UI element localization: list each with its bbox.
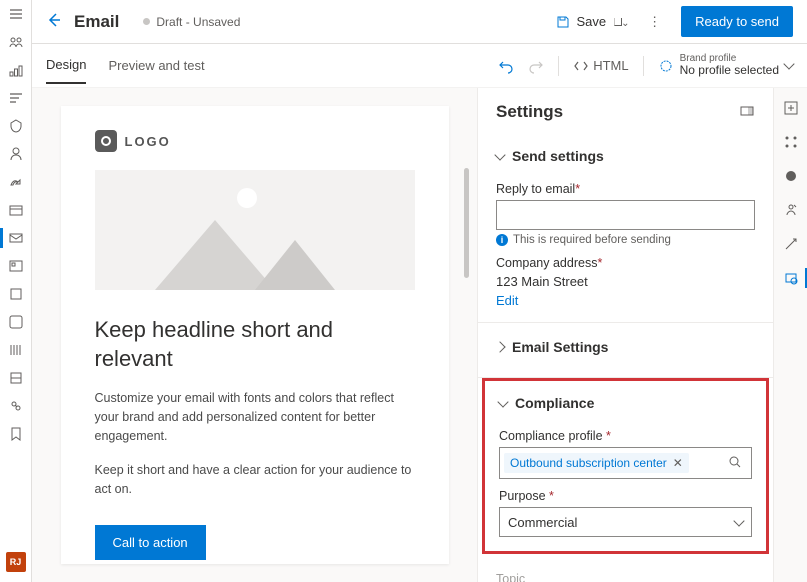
ready-to-send-button[interactable]: Ready to send: [681, 6, 793, 37]
nav-item-7[interactable]: [8, 202, 24, 218]
left-nav-rail: RJ: [0, 0, 32, 582]
nav-item-6[interactable]: [8, 174, 24, 190]
settings-title: Settings: [496, 102, 563, 122]
nav-item-3[interactable]: [8, 90, 24, 106]
chevron-down-icon: [497, 396, 508, 407]
add-element-icon[interactable]: [783, 100, 799, 116]
tab-preview[interactable]: Preview and test: [108, 58, 204, 83]
headline-text[interactable]: Keep headline short and relevant: [95, 316, 415, 373]
edit-address-link[interactable]: Edit: [496, 293, 518, 308]
remove-tag-icon[interactable]: ✕: [673, 456, 683, 470]
theme-icon[interactable]: [783, 168, 799, 184]
user-avatar[interactable]: RJ: [6, 552, 26, 572]
nav-item-4[interactable]: [8, 118, 24, 134]
nav-item-13[interactable]: [8, 370, 24, 386]
scrollbar[interactable]: [464, 168, 469, 278]
nav-item-5[interactable]: [8, 146, 24, 162]
reply-to-label: Reply to email*: [496, 182, 755, 196]
reply-to-hint: iThis is required before sending: [496, 234, 755, 246]
nav-item-10[interactable]: [8, 286, 24, 302]
nav-item-9[interactable]: [8, 258, 24, 274]
undo-button[interactable]: [498, 58, 514, 74]
compliance-header[interactable]: Compliance: [499, 387, 752, 419]
search-icon[interactable]: [727, 454, 747, 473]
compliance-profile-tag: Outbound subscription center ✕: [504, 453, 689, 473]
tab-design[interactable]: Design: [46, 57, 86, 84]
purpose-label: Purpose *: [499, 489, 752, 503]
compliance-profile-field[interactable]: Outbound subscription center ✕: [499, 447, 752, 479]
sub-bar: Design Preview and test HTML Brand profi…: [32, 44, 807, 88]
page-title: Email: [74, 12, 119, 32]
body-text-2[interactable]: Keep it short and have a clear action fo…: [95, 461, 415, 499]
save-split-chevron[interactable]: ⌄: [614, 18, 622, 26]
personalize-icon[interactable]: [783, 202, 799, 218]
send-settings-header[interactable]: Send settings: [496, 140, 755, 172]
brand-profile-selector[interactable]: Brand profile No profile selected: [658, 53, 793, 77]
reply-to-input[interactable]: [496, 200, 755, 230]
dock-panel-icon[interactable]: [739, 103, 755, 122]
chevron-right-icon: [494, 341, 505, 352]
sections-icon[interactable]: [783, 134, 799, 150]
journey-icon[interactable]: [783, 236, 799, 252]
email-canvas[interactable]: LOGO Keep headline short and relevant Cu…: [61, 106, 449, 564]
nav-item-email[interactable]: [8, 230, 24, 246]
chevron-down-icon: [783, 58, 794, 69]
purpose-select[interactable]: Commercial: [499, 507, 752, 537]
email-settings-header[interactable]: Email Settings: [496, 331, 755, 363]
draft-status: Draft - Unsaved: [143, 15, 240, 29]
html-toggle[interactable]: HTML: [573, 58, 628, 74]
right-tool-rail: [773, 88, 807, 582]
info-icon: i: [496, 234, 508, 246]
chevron-down-icon: [494, 149, 505, 160]
nav-item-12[interactable]: [8, 342, 24, 358]
nav-item-11[interactable]: [8, 314, 24, 330]
chevron-down-icon: [733, 515, 744, 526]
cta-button[interactable]: Call to action: [95, 525, 206, 560]
more-menu[interactable]: ⋮: [640, 10, 669, 34]
topic-label: Topic: [496, 572, 755, 582]
compliance-section-highlight: Compliance Compliance profile * Outbound…: [482, 378, 769, 554]
body-text-1[interactable]: Customize your email with fonts and colo…: [95, 389, 415, 445]
company-address-value: 123 Main Street: [496, 274, 755, 289]
email-canvas-area: LOGO Keep headline short and relevant Cu…: [32, 88, 477, 582]
nav-item-2[interactable]: [8, 62, 24, 78]
image-placeholder[interactable]: [95, 170, 415, 290]
redo-button[interactable]: [528, 58, 544, 74]
settings-panel: Settings Send settings Reply to email* i…: [477, 88, 773, 582]
hamburger-icon[interactable]: [8, 6, 24, 22]
compliance-profile-label: Compliance profile *: [499, 429, 752, 443]
back-button[interactable]: [46, 12, 62, 31]
settings-tool-icon[interactable]: [783, 270, 799, 286]
nav-item-14[interactable]: [8, 398, 24, 414]
company-address-label: Company address*: [496, 256, 755, 270]
logo-block[interactable]: LOGO: [95, 130, 415, 152]
nav-item-1[interactable]: [8, 34, 24, 50]
save-button[interactable]: Save ⌄: [549, 10, 629, 34]
nav-item-15[interactable]: [8, 426, 24, 442]
top-bar: Email Draft - Unsaved Save ⌄ ⋮ Ready to …: [32, 0, 807, 44]
